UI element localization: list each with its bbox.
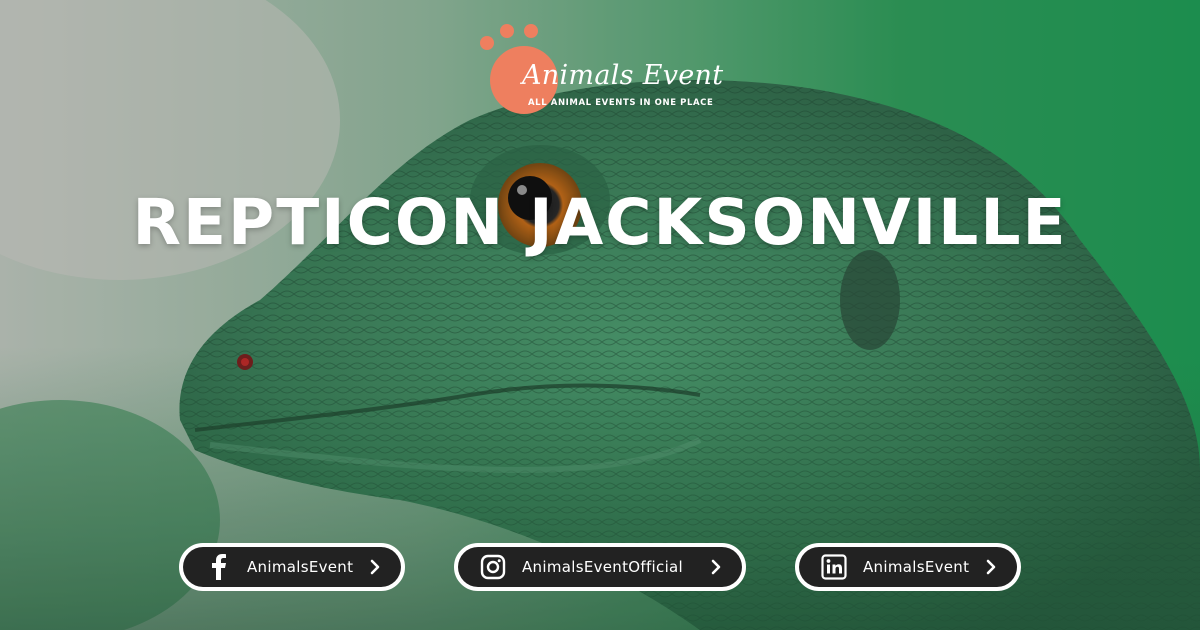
instagram-link[interactable]: AnimalsEventOfficial: [454, 543, 746, 591]
facebook-icon: [203, 552, 233, 582]
logo-tagline: ALL ANIMAL EVENTS IN ONE PLACE: [528, 98, 714, 108]
chevron-right-icon: [986, 559, 996, 575]
facebook-handle: AnimalsEvent: [247, 558, 354, 576]
paw-toe-icon: [524, 24, 538, 38]
event-title: REPTICON JACKSONVILLE: [132, 186, 1068, 259]
brand-logo[interactable]: Animals Event ALL ANIMAL EVENTS IN ONE P…: [478, 22, 723, 114]
paw-toe-icon: [480, 36, 494, 50]
linkedin-link[interactable]: AnimalsEvent: [795, 543, 1021, 591]
linkedin-icon: [819, 552, 849, 582]
linkedin-handle: AnimalsEvent: [863, 558, 970, 576]
instagram-handle: AnimalsEventOfficial: [522, 558, 684, 576]
chevron-right-icon: [711, 559, 721, 575]
paw-toe-icon: [500, 24, 514, 38]
chevron-right-icon: [370, 559, 380, 575]
logo-name: Animals Event: [522, 60, 724, 91]
instagram-icon: [478, 552, 508, 582]
facebook-link[interactable]: AnimalsEvent: [179, 543, 405, 591]
